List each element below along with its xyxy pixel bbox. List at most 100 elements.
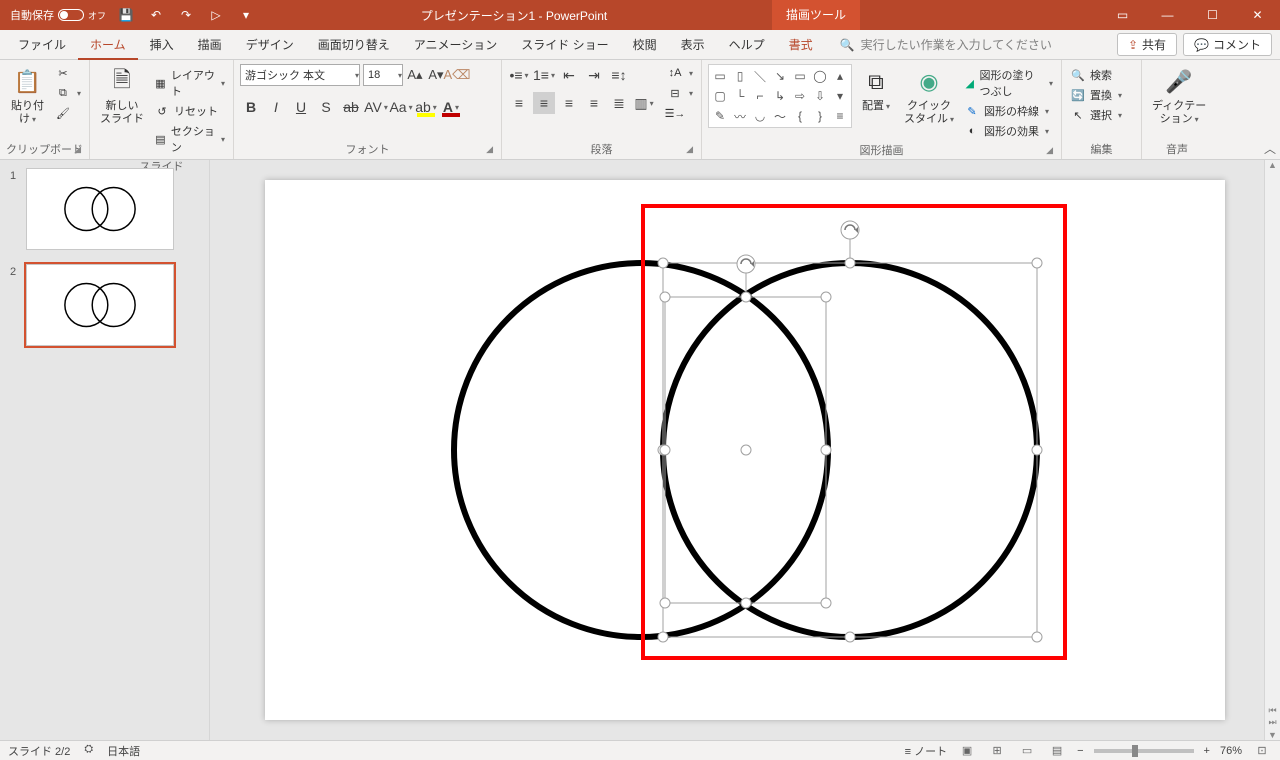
quick-styles-button[interactable]: ◉ クイック スタイル▾	[900, 64, 958, 128]
tab-insert[interactable]: 挿入	[138, 30, 186, 60]
minimize-icon[interactable]: —	[1145, 0, 1190, 30]
shape-elbowarrow-icon[interactable]: ↳	[771, 87, 789, 105]
shape-textbox-icon[interactable]: ▭	[711, 67, 729, 85]
replace-button[interactable]: 🔄置換▾	[1068, 86, 1124, 104]
layout-button[interactable]: ▦レイアウト▾	[152, 66, 227, 100]
shape-rect-icon[interactable]: ▭	[791, 67, 809, 85]
zoom-slider[interactable]	[1094, 749, 1194, 753]
align-text-button[interactable]: ⊟▾	[665, 84, 695, 102]
italic-button[interactable]: I	[265, 96, 287, 118]
align-left-button[interactable]: ≡	[508, 92, 530, 114]
shape-freeform-icon[interactable]: ✎	[711, 107, 729, 125]
dec-indent-button[interactable]: ⇤	[558, 64, 580, 86]
shape-overflow-icon[interactable]: ≡	[831, 107, 849, 125]
tab-file[interactable]: ファイル	[6, 30, 78, 60]
align-right-button[interactable]: ≡	[558, 92, 580, 114]
slide-edit-area[interactable]: ▲ ⏮ ⏭ ▼	[210, 160, 1280, 740]
shapes-gallery[interactable]: ▭ ▯ ＼ ↘ ▭ ◯ ▴ ▢ └ ⌐ ↳ ⇨ ⇩ ▾ ✎ 〰 ◡ 〜 { }	[708, 64, 852, 128]
find-button[interactable]: 🔍検索	[1068, 66, 1124, 84]
bullets-button[interactable]: •≡▾	[508, 64, 530, 86]
collapse-ribbon-icon[interactable]: ︿	[1264, 140, 1276, 157]
format-painter-button[interactable]: 🖌	[53, 104, 83, 122]
highlight-button[interactable]: ab▾	[415, 96, 437, 118]
normal-view-icon[interactable]: ▣	[957, 743, 977, 759]
distribute-button[interactable]: ≣	[608, 92, 630, 114]
maximize-icon[interactable]: ☐	[1190, 0, 1235, 30]
reading-view-icon[interactable]: ▭	[1017, 743, 1037, 759]
qat-more-icon[interactable]: ▾	[236, 5, 256, 25]
zoom-level[interactable]: 76%	[1220, 745, 1242, 757]
comments-button[interactable]: 💬コメント	[1183, 33, 1272, 56]
section-button[interactable]: ▤セクション▾	[152, 122, 227, 156]
shape-more-up-icon[interactable]: ▴	[831, 67, 849, 85]
tab-slideshow[interactable]: スライド ショー	[509, 30, 620, 60]
underline-button[interactable]: U	[290, 96, 312, 118]
smartart-button[interactable]: ☰→	[665, 104, 695, 122]
scroll-up-icon[interactable]: ▲	[1265, 160, 1280, 170]
slideshow-view-icon[interactable]: ▤	[1047, 743, 1067, 759]
ribbon-mode-icon[interactable]: ▭	[1100, 0, 1145, 30]
clear-format-button[interactable]: A⌫	[448, 66, 466, 84]
scroll-down-icon[interactable]: ▼	[1265, 730, 1280, 740]
slide-indicator[interactable]: スライド 2/2	[8, 743, 70, 759]
font-size-select[interactable]: 18▾	[363, 64, 403, 86]
new-slide-button[interactable]: 🗎 新しい スライド	[96, 64, 148, 128]
present-icon[interactable]: ▷	[206, 5, 226, 25]
bold-button[interactable]: B	[240, 96, 262, 118]
prev-slide-icon[interactable]: ⏮	[1265, 705, 1280, 716]
grow-font-button[interactable]: A▴	[406, 66, 424, 84]
strike-button[interactable]: ab	[340, 96, 362, 118]
launcher-icon[interactable]: ◢	[1046, 145, 1053, 156]
shape-outline-button[interactable]: ✎図形の枠線▾	[962, 102, 1055, 120]
shape-arrowline-icon[interactable]: ↘	[771, 67, 789, 85]
next-slide-icon[interactable]: ⏭	[1265, 717, 1280, 728]
notes-button[interactable]: ≡ ノート	[905, 743, 947, 759]
zoom-in-button[interactable]: +	[1204, 745, 1210, 757]
tab-draw[interactable]: 描画	[186, 30, 234, 60]
line-spacing-button[interactable]: ≡↕	[608, 64, 630, 86]
select-button[interactable]: ↖選択▾	[1068, 106, 1124, 124]
shape-rarrow-icon[interactable]: ⇨	[791, 87, 809, 105]
slide-canvas[interactable]	[265, 180, 1225, 720]
shape-lbrace-icon[interactable]: {	[791, 107, 809, 125]
tab-help[interactable]: ヘルプ	[717, 30, 777, 60]
shape-oval-icon[interactable]: ◯	[811, 67, 829, 85]
tab-format[interactable]: 書式	[777, 30, 825, 60]
tab-view[interactable]: 表示	[669, 30, 717, 60]
sorter-view-icon[interactable]: ⊞	[987, 743, 1007, 759]
cut-button[interactable]: ✂	[53, 64, 83, 82]
justify-button[interactable]: ≡	[583, 92, 605, 114]
fit-window-icon[interactable]: ⊡	[1252, 743, 1272, 759]
dictate-button[interactable]: 🎤 ディクテー ション▾	[1148, 64, 1210, 128]
shadow-button[interactable]: S	[315, 96, 337, 118]
tab-transitions[interactable]: 画面切り替え	[306, 30, 402, 60]
undo-icon[interactable]: ↶	[146, 5, 166, 25]
shape-arc-icon[interactable]: ◡	[751, 107, 769, 125]
font-name-select[interactable]: 游ゴシック 本文▾	[240, 64, 360, 86]
paste-button[interactable]: 📋 貼り付け▾	[6, 64, 49, 128]
tab-animations[interactable]: アニメーション	[402, 30, 510, 60]
language-indicator[interactable]: 日本語	[107, 743, 140, 759]
slide-thumbnail-1[interactable]	[26, 168, 174, 250]
close-icon[interactable]: ✕	[1235, 0, 1280, 30]
shape-roundrect-icon[interactable]: ▢	[711, 87, 729, 105]
launcher-icon[interactable]: ◢	[74, 144, 81, 155]
reset-button[interactable]: ↺リセット	[152, 102, 227, 120]
shape-fill-button[interactable]: ◢図形の塗りつぶし▾	[962, 66, 1055, 100]
autosave-toggle[interactable]: 自動保存 オフ	[10, 7, 106, 23]
save-icon[interactable]: 💾	[116, 5, 136, 25]
numbering-button[interactable]: 1≡▾	[533, 64, 555, 86]
shrink-font-button[interactable]: A▾	[427, 66, 445, 84]
text-direction-button[interactable]: ↕A▾	[665, 64, 695, 82]
redo-icon[interactable]: ↷	[176, 5, 196, 25]
align-center-button[interactable]: ≡	[533, 92, 555, 114]
share-button[interactable]: ⇪共有	[1117, 33, 1177, 56]
tab-design[interactable]: デザイン	[234, 30, 306, 60]
slide-thumbnail-2[interactable]	[26, 264, 174, 346]
tab-home[interactable]: ホーム	[78, 30, 138, 60]
vertical-scrollbar[interactable]: ▲ ⏮ ⏭ ▼	[1264, 160, 1280, 740]
inc-indent-button[interactable]: ⇥	[583, 64, 605, 86]
shape-connector-icon[interactable]: └	[731, 87, 749, 105]
shape-curve-icon[interactable]: 〰	[731, 107, 749, 125]
copy-button[interactable]: ⧉▾	[53, 84, 83, 102]
